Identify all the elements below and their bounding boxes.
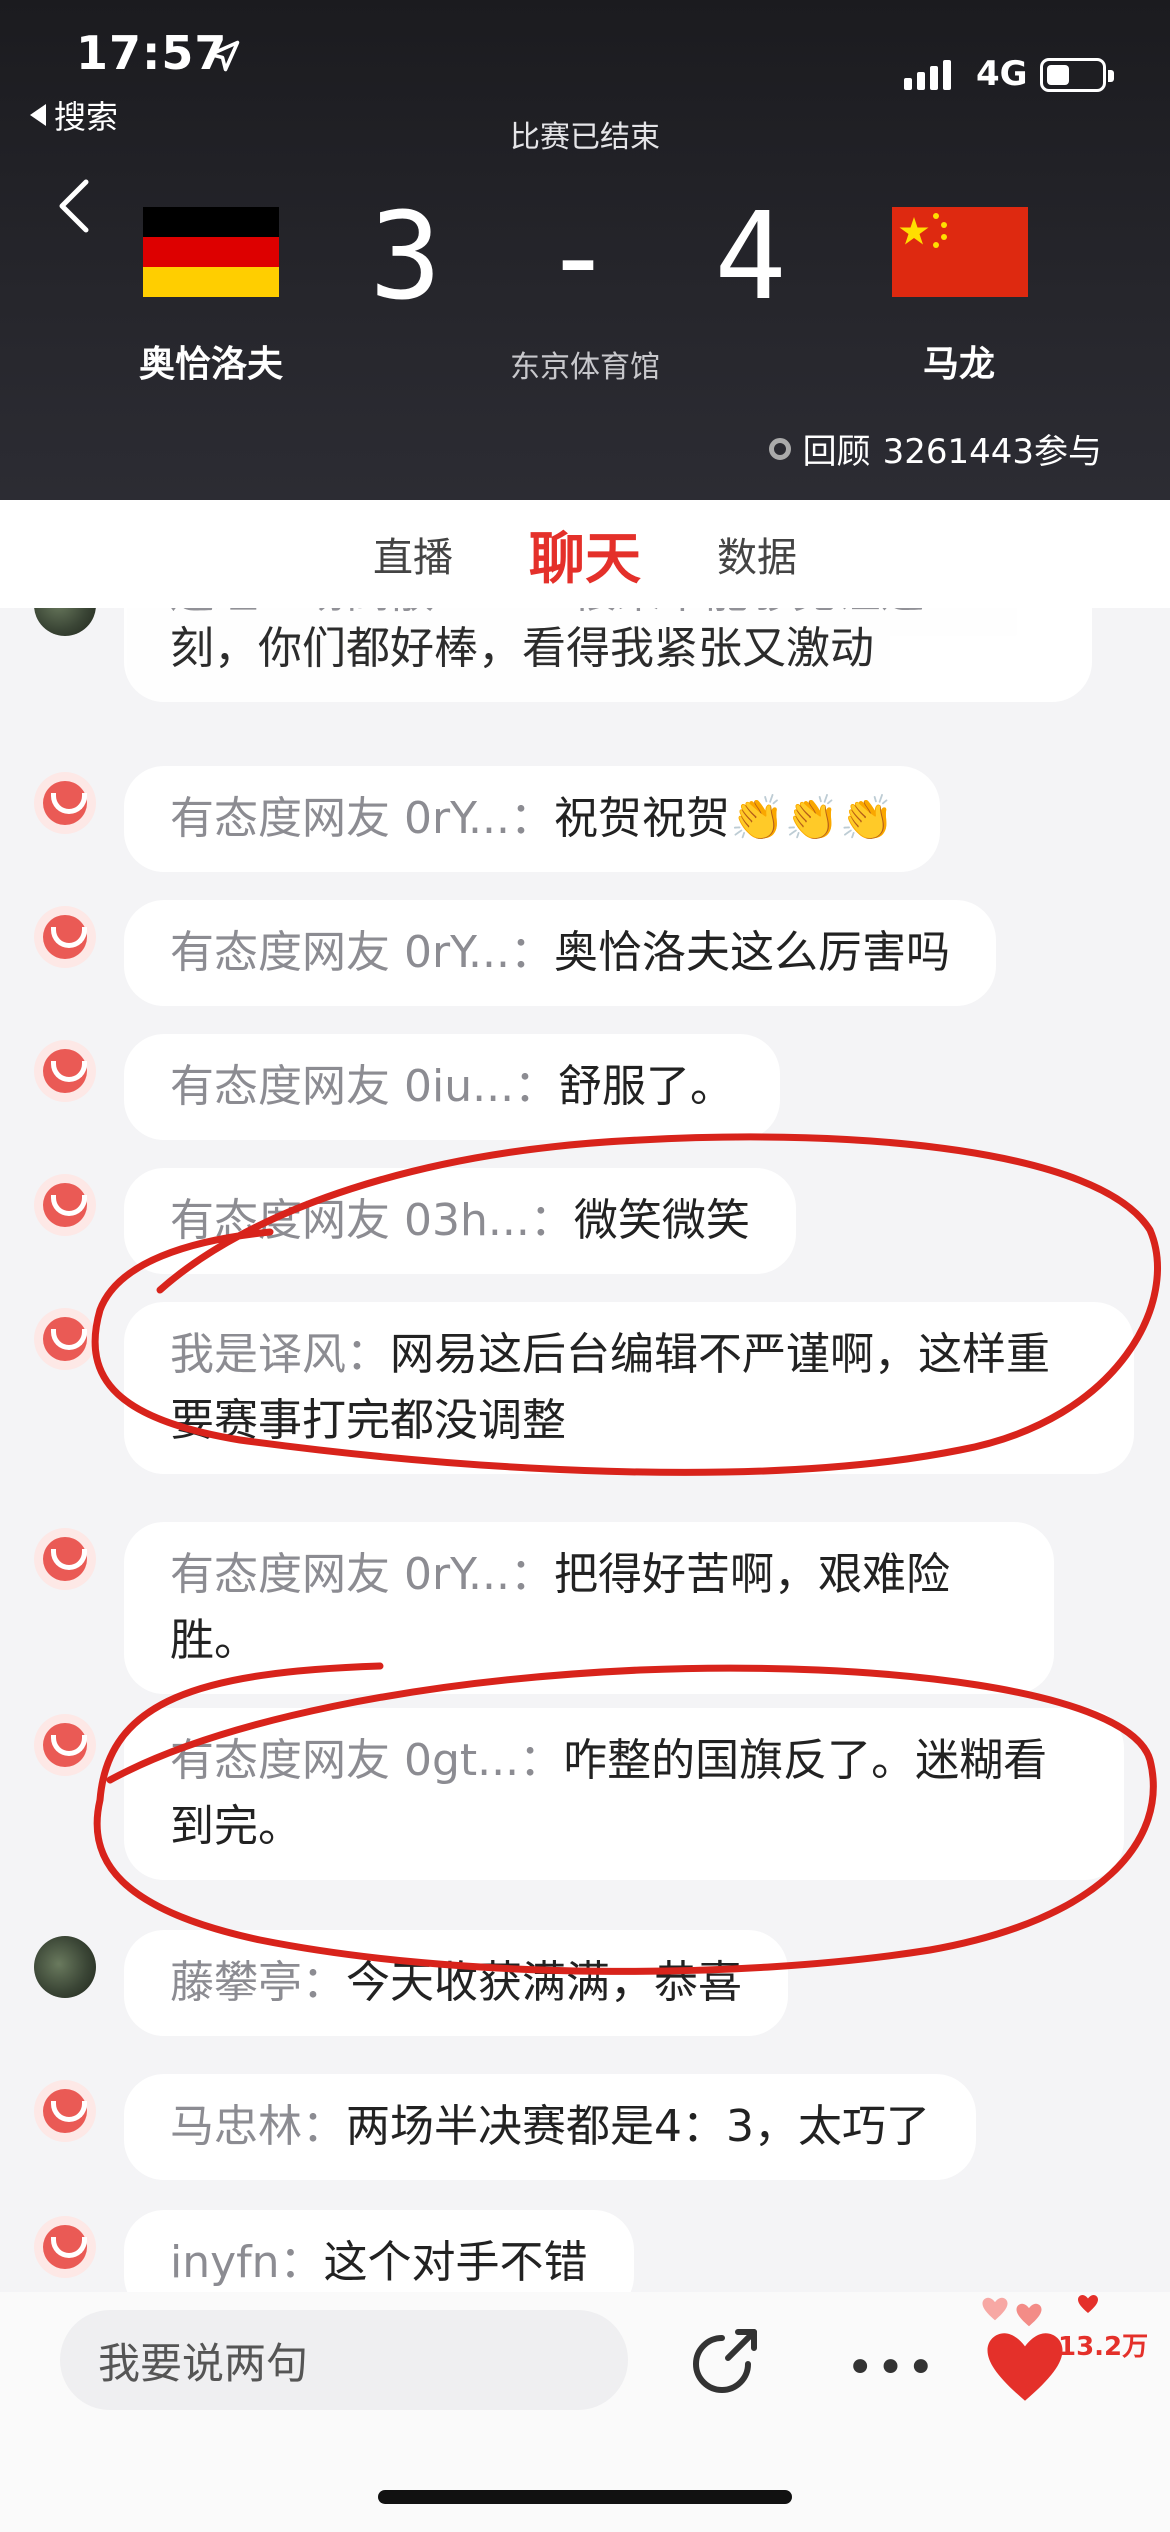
right-player-name[interactable]: 马龙: [819, 335, 1099, 387]
replay-icon: [768, 437, 791, 460]
tab-data[interactable]: 数据: [717, 525, 797, 583]
message-bubble: 有态度网友 0iu...：舒服了。: [124, 1034, 781, 1140]
network-label: 4G: [976, 54, 1028, 94]
more-icon[interactable]: •••: [846, 2340, 937, 2396]
tab-bar: 直播 聊天 数据: [0, 500, 1170, 608]
replay-button[interactable]: 回顾 3261443参与: [768, 424, 1102, 473]
message-text: 舒服了。: [558, 1061, 735, 1112]
message-bubble: 有态度网友 0gt...：咋整的国旗反了。迷糊看到完。: [124, 1708, 1124, 1880]
message-nick[interactable]: 有态度网友 0rY...：: [170, 927, 554, 978]
message-partial-line: 迷经一场高散3L...：很荣幸能够见证这: [170, 608, 1046, 616]
avatar[interactable]: [34, 608, 96, 636]
message-nick[interactable]: inyfn：: [170, 2237, 324, 2288]
match-score: 3 - 4: [369, 188, 801, 327]
avatar[interactable]: [34, 1308, 96, 1370]
tab-live[interactable]: 直播: [373, 525, 453, 583]
message-text: 奥恰洛夫这么厉害吗: [554, 927, 950, 978]
battery-icon: [1040, 58, 1114, 92]
status-time: 17:57: [76, 26, 228, 80]
message-bubble: inyfn：这个对手不错: [124, 2210, 634, 2292]
chat-list[interactable]: 迷经一场高散3L...：很荣幸能够见证这 刻，你们都好棒，看得我紧张又激动 有态…: [0, 608, 1170, 2292]
share-icon[interactable]: [690, 2322, 764, 2396]
message-bubble: 有态度网友 03h...：微笑微笑: [124, 1168, 796, 1274]
message-text: 两场半决赛都是4：3，太巧了: [346, 2101, 930, 2152]
message-text: 微笑微笑: [573, 1195, 750, 1246]
message-nick[interactable]: 有态度网友 03h...：: [170, 1195, 574, 1246]
message-text: 这个对手不错: [323, 2237, 588, 2288]
tab-chat[interactable]: 聊天: [529, 514, 641, 595]
location-arrow-icon: [208, 40, 240, 72]
message-nick[interactable]: 有态度网友 0gt...：: [170, 1735, 563, 1786]
message-nick[interactable]: 有态度网友 0rY...：: [170, 793, 554, 844]
avatar[interactable]: [34, 2216, 96, 2278]
heart-small-icon: [982, 2297, 1008, 2321]
message-nick[interactable]: 有态度网友 0iu...：: [170, 1061, 558, 1112]
comment-input[interactable]: 我要说两句: [60, 2310, 628, 2410]
avatar[interactable]: [34, 906, 96, 968]
avatar[interactable]: [34, 1714, 96, 1776]
bottom-bar: 我要说两句 ••• 13.2万: [0, 2292, 1170, 2532]
avatar[interactable]: [34, 2080, 96, 2142]
message-nick[interactable]: 我是译风：: [170, 1329, 390, 1380]
message-bubble: 迷经一场高散3L...：很荣幸能够见证这 刻，你们都好棒，看得我紧张又激动: [124, 608, 1092, 702]
message-nick[interactable]: 马忠林：: [170, 2101, 346, 2152]
message-text: 祝贺祝贺👏👏👏: [554, 793, 895, 844]
avatar[interactable]: [34, 1040, 96, 1102]
message-bubble: 有态度网友 0rY...：把得好苦啊，艰难险胜。: [124, 1522, 1054, 1694]
message-bubble: 藤攀亭：今天收获满满，恭喜: [124, 1930, 788, 2036]
match-status: 比赛已结束: [510, 120, 660, 155]
signal-icon: [904, 60, 951, 90]
avatar[interactable]: [34, 772, 96, 834]
home-indicator[interactable]: [378, 2490, 792, 2504]
match-header: 17:57 搜索 4G 比赛已结束 奥恰洛夫 3 - 4 东京体育馆 马龙 回顾…: [0, 0, 1170, 500]
message-text: 今天收获满满，恭喜: [346, 1957, 742, 2008]
message-bubble: 我是译风：网易这后台编辑不严谨啊，这样重要赛事打完都没调整: [124, 1302, 1134, 1474]
avatar[interactable]: [34, 1936, 96, 1998]
message-bubble: 有态度网友 0rY...：奥恰洛夫这么厉害吗: [124, 900, 996, 1006]
heart-icon[interactable]: [980, 2322, 1070, 2412]
replay-label: 回顾: [802, 432, 871, 472]
message-nick[interactable]: 藤攀亭：: [170, 1957, 346, 2008]
message-bubble: 有态度网友 0rY...：祝贺祝贺👏👏👏: [124, 766, 941, 872]
avatar[interactable]: [34, 1528, 96, 1590]
message-text: 刻，你们都好棒，看得我紧张又激动: [170, 623, 874, 674]
participant-count: 3261443参与: [882, 432, 1102, 472]
avatar[interactable]: [34, 1174, 96, 1236]
like-count: 13.2万: [1058, 2332, 1149, 2362]
heart-small-icon: [1078, 2295, 1098, 2313]
message-bubble: 马忠林：两场半决赛都是4：3，太巧了: [124, 2074, 976, 2180]
message-nick[interactable]: 有态度网友 0rY...：: [170, 1549, 554, 1600]
